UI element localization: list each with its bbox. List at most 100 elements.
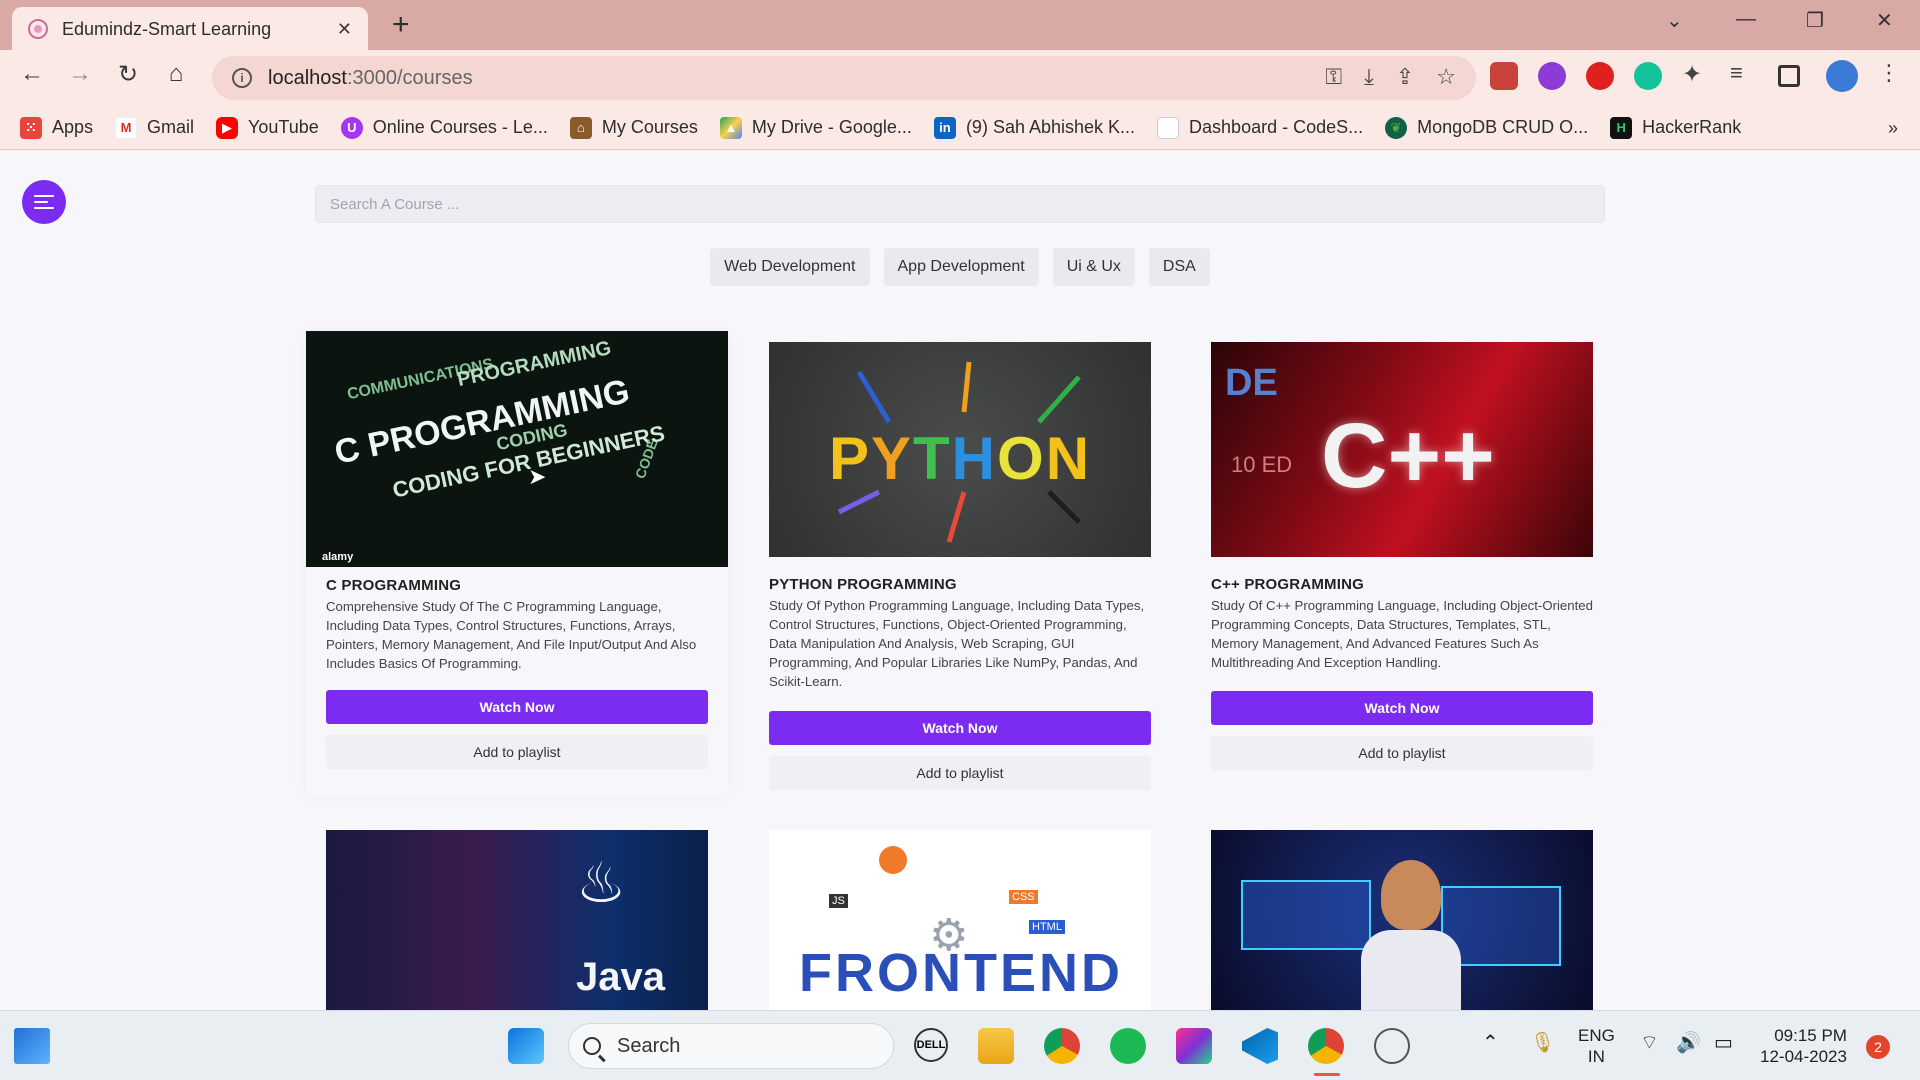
html-tag: HTML [1029,920,1065,934]
site-info-icon[interactable]: i [232,68,252,88]
install-icon[interactable]: ⤓ [1364,64,1374,90]
close-tab-icon[interactable]: ✕ [337,19,352,40]
clock-time: 09:15 PM [1774,1026,1847,1045]
course-card-python[interactable]: PYTHON PYTHON PROGRAMMING Study Of Pytho… [750,322,1170,822]
bookmark-apps[interactable]: ⁙ Apps [20,116,93,139]
new-tab-button[interactable]: + [392,8,410,42]
bookmark-star-icon[interactable]: ☆ [1436,64,1456,90]
bookmark-label: (9) Sah Abhishek K... [965,117,1136,137]
course-description: Study Of C++ Programming Language, Inclu… [1211,598,1593,670]
java-cup-icon: ♨ [576,851,627,914]
restore-icon[interactable]: ❐ [1806,8,1824,33]
bookmark-mongodb[interactable]: ❦ MongoDB CRUD O... [1385,116,1589,139]
spotify-icon[interactable] [1110,1028,1146,1064]
bookmark-google-drive[interactable]: ▲ My Drive - Google... [719,116,912,139]
course-thumbnail[interactable]: DE 10 ED C++ [1211,342,1593,557]
screen-panel [1241,880,1371,950]
course-card-cpp[interactable]: DE 10 ED C++ C++ PROGRAMMING Study Of C+… [1192,322,1612,802]
language-indicator[interactable]: ENG IN [1578,1025,1615,1067]
microphone-icon[interactable]: 🎙 [1530,1033,1555,1054]
google-drive-icon: ▲ [719,116,742,139]
course-card-frontend[interactable]: ⚙ JS CSS HTML FRONTEND [750,830,1170,1010]
active-tab[interactable]: Edumindz-Smart Learning ✕ [12,7,368,51]
reload-icon[interactable]: ↻ [110,60,146,89]
taskbar-search-label: Search [617,1034,681,1057]
show-hidden-icons-chevron-icon[interactable]: ⌃ [1482,1033,1499,1054]
add-to-playlist-button[interactable]: Add to playlist [1211,736,1593,770]
category-web-development[interactable]: Web Development [710,248,870,286]
edumindz-favicon-icon [28,19,48,39]
add-to-playlist-button[interactable]: Add to playlist [769,756,1151,790]
share-icon[interactable]: ⇪ [1396,64,1414,90]
key-icon[interactable]: ⚿ [1325,64,1342,90]
bookmarks-bar: ⁙ Apps M Gmail ▶ YouTube U Online Courses - … [0,106,1920,150]
hackerrank-icon: H [1610,116,1633,139]
clock[interactable]: 09:15 PM 12-04-2023 [1760,1025,1847,1067]
minimize-icon[interactable]: — [1736,8,1756,31]
bookmark-hackerrank[interactable]: H HackerRank [1610,116,1741,139]
category-ui-ux[interactable]: Ui & Ux [1052,248,1135,286]
add-to-playlist-button[interactable]: Add to playlist [326,735,708,769]
window-close-icon[interactable]: ✕ [1876,8,1893,33]
category-app-development[interactable]: App Development [883,248,1039,286]
watch-now-button[interactable]: Watch Now [1211,691,1593,725]
course-title: C++ PROGRAMMING [1211,576,1365,593]
course-card-developer[interactable] [1192,830,1612,1010]
course-card-c[interactable]: C PROGRAMMING CODING FOR BEGINNERS COMMU… [306,331,728,795]
adblock-icon[interactable] [1586,62,1614,90]
reading-list-icon[interactable]: ≡ [1730,60,1758,88]
extension-purple-icon[interactable] [1538,62,1566,90]
bookmark-gmail[interactable]: M Gmail [115,116,194,139]
clock-date: 12-04-2023 [1760,1047,1847,1066]
bookmark-codes-dashboard[interactable]: Dashboard - CodeS... [1157,116,1363,139]
more-bookmarks-icon[interactable]: » [1888,118,1898,139]
widgets-icon[interactable] [14,1028,50,1064]
vscode-icon[interactable] [1242,1028,1278,1064]
bookmark-udemy[interactable]: U Online Courses - Le... [340,116,548,139]
bookmark-youtube[interactable]: ▶ YouTube [216,116,319,139]
hamburger-menu-button[interactable] [22,180,66,224]
notification-badge[interactable]: 2 [1866,1035,1890,1059]
chatgpt-icon[interactable] [1374,1028,1410,1064]
course-thumbnail[interactable]: PYTHON [769,342,1151,557]
course-thumbnail[interactable]: C PROGRAMMING CODING FOR BEGINNERS COMMU… [306,331,728,567]
watch-now-button[interactable]: Watch Now [326,690,708,724]
extension-red-icon[interactable] [1490,62,1518,90]
category-filters: Web Development App Development Ui & Ux … [0,248,1920,286]
chrome-icon[interactable] [1044,1028,1080,1064]
region-label: IN [1587,1047,1605,1066]
watch-now-button[interactable]: Watch Now [769,711,1151,745]
extensions-puzzle-icon[interactable]: ✦ [1682,60,1710,88]
category-dsa[interactable]: DSA [1148,248,1210,286]
chrome-menu-icon[interactable]: ⋮ [1878,60,1906,88]
chrome-active-icon[interactable] [1308,1028,1344,1064]
profile-avatar[interactable] [1826,60,1858,92]
bookmark-my-courses[interactable]: ⌂ My Courses [569,116,698,139]
intellij-icon[interactable] [1176,1028,1212,1064]
side-panel-icon[interactable] [1778,65,1800,87]
taskbar-search[interactable]: Search [568,1023,894,1069]
file-explorer-icon[interactable] [978,1028,1014,1064]
bookmark-linkedin[interactable]: in (9) Sah Abhishek K... [933,116,1136,139]
course-thumbnail[interactable]: ♨ Java [326,830,708,1010]
thumb-text: Java [576,955,665,999]
thumb-watermark: alamy [322,551,354,563]
course-thumbnail[interactable] [1211,830,1593,1010]
bookmark-label: MongoDB CRUD O... [1417,117,1589,137]
course-thumbnail[interactable]: ⚙ JS CSS HTML FRONTEND [769,830,1151,1010]
back-arrow-icon[interactable]: ← [14,60,50,88]
course-search-input[interactable] [315,185,1605,223]
tab-search-chevron-icon[interactable]: ⌄ [1666,8,1683,33]
wifi-icon[interactable]: ⌔ [1640,1033,1659,1054]
home-icon[interactable]: ⌂ [158,60,194,88]
windows-start-icon[interactable] [508,1028,544,1064]
url-text[interactable]: localhost:3000/courses [268,67,473,90]
dell-icon[interactable]: DELL [914,1028,948,1062]
developer-body [1361,930,1461,1010]
volume-icon[interactable]: 🔊 [1676,1033,1701,1054]
forward-arrow-icon[interactable]: → [62,60,98,88]
battery-icon[interactable]: ▭ [1714,1033,1733,1054]
grammarly-icon[interactable] [1634,62,1662,90]
course-card-java[interactable]: ♨ Java [306,830,728,1010]
address-bar[interactable]: i localhost:3000/courses ⚿ ⤓ ⇪ ☆ [212,56,1476,100]
